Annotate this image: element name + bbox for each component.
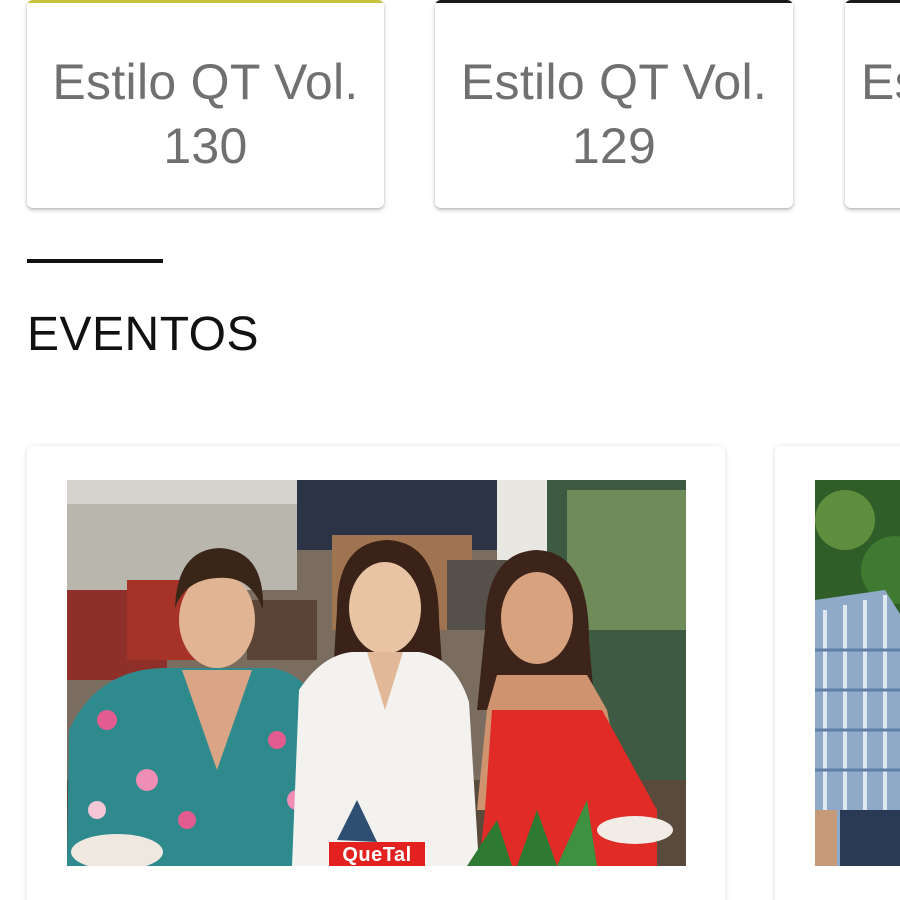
magazine-card-130[interactable]: Estilo QT Vol. 130 <box>27 0 384 208</box>
magazine-cover-strip <box>27 0 384 3</box>
magazine-title-line1: Es <box>861 54 900 110</box>
event-photo-image <box>67 480 686 866</box>
magazine-title-line1: Estilo QT Vol. <box>460 54 768 110</box>
section-title: EVENTOS <box>27 308 260 361</box>
page: Estilo QT Vol. 130 Estilo QT Vol. 129 Es… <box>0 0 900 900</box>
section-divider <box>27 259 163 263</box>
event-photo[interactable] <box>815 480 900 866</box>
magazine-title-line2: 129 <box>571 118 657 174</box>
magazine-card-129[interactable]: Estilo QT Vol. 129 <box>435 0 793 208</box>
magazine-card-partial[interactable]: Es <box>845 0 900 208</box>
magazine-title: Es <box>861 50 900 114</box>
quetal-watermark-logo: QueTal <box>329 842 425 866</box>
magazine-cover-strip <box>845 0 900 3</box>
magazine-cover-strip <box>435 0 793 3</box>
magazine-title: Estilo QT Vol. 129 <box>435 50 793 178</box>
event-photo[interactable]: QueTal <box>67 480 686 866</box>
magazine-title-line2: 130 <box>163 118 248 174</box>
event-card[interactable] <box>775 446 900 900</box>
event-photo-image <box>815 480 900 866</box>
magazine-title: Estilo QT Vol. 130 <box>27 50 384 178</box>
event-card[interactable]: QueTal <box>27 446 725 900</box>
magazine-title-line1: Estilo QT Vol. <box>52 54 359 110</box>
